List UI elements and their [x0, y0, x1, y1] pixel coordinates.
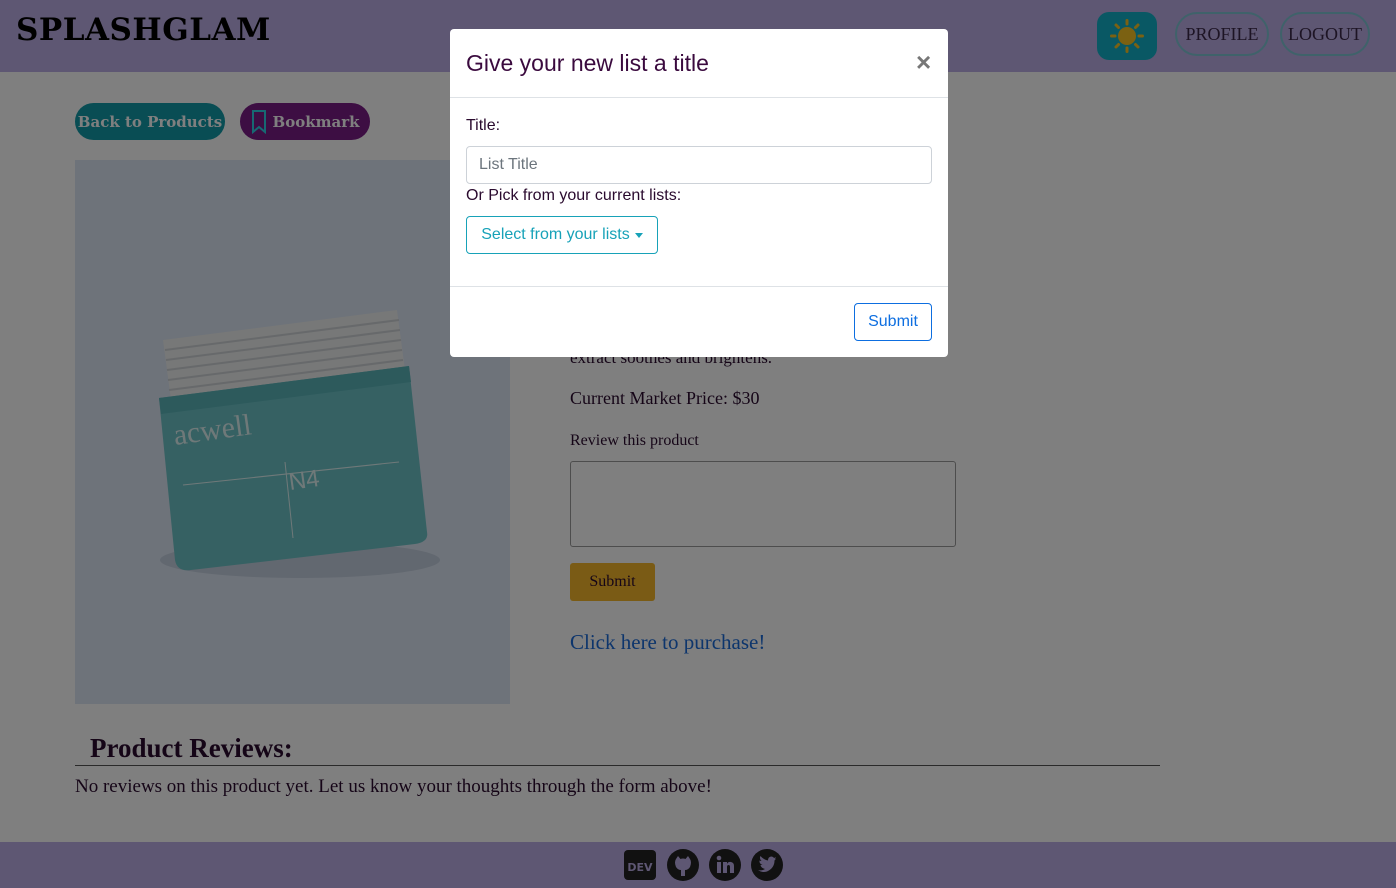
modal-submit-button[interactable]: Submit: [854, 303, 932, 341]
chevron-down-icon: [634, 232, 643, 238]
select-lists-dropdown[interactable]: Select from your lists: [466, 216, 658, 254]
modal-title: Give your new list a title: [466, 50, 709, 76]
pick-lists-label: Or Pick from your current lists:: [466, 187, 682, 204]
dropdown-label: Select from your lists: [481, 226, 630, 243]
new-list-modal: Give your new list a title × Title: Or P…: [450, 29, 948, 357]
modal-header: Give your new list a title ×: [450, 29, 948, 98]
close-icon[interactable]: ×: [916, 47, 931, 78]
list-title-input[interactable]: [466, 146, 932, 184]
title-label: Title:: [466, 117, 501, 134]
